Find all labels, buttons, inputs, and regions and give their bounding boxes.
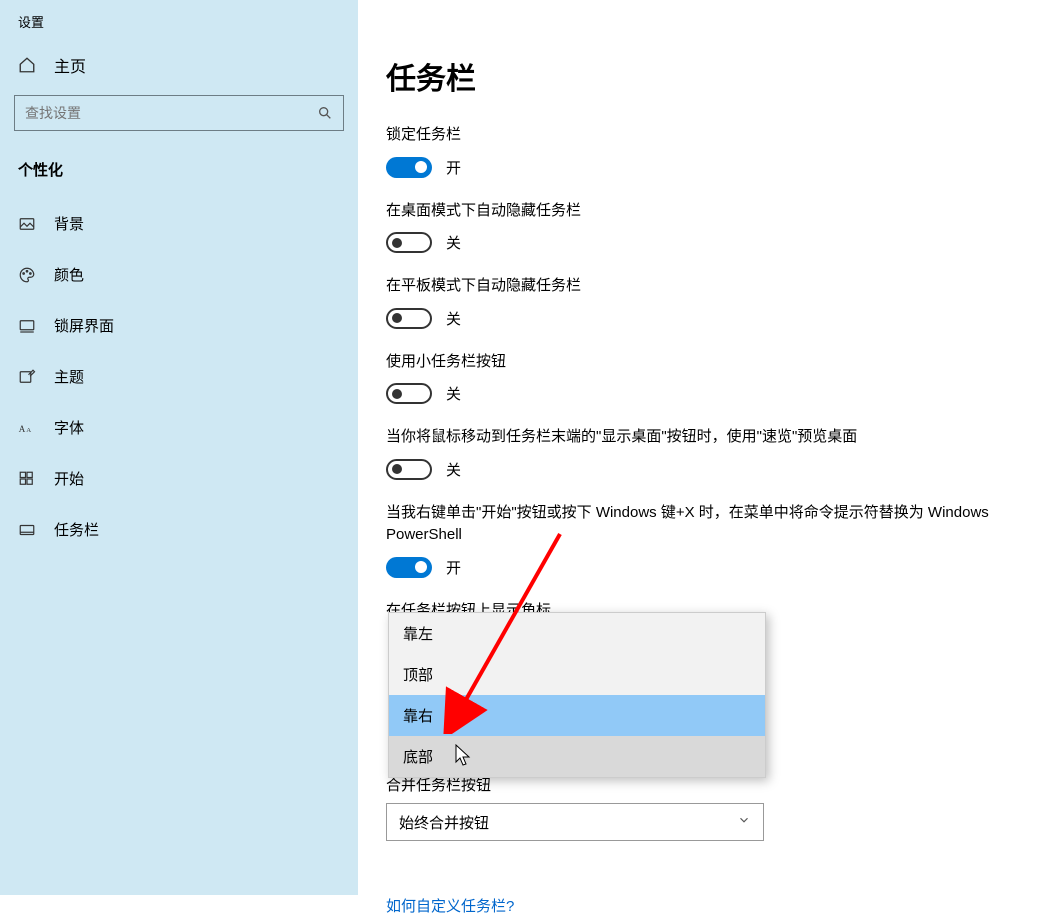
taskbar-location-dropdown: 靠左 顶部 靠右 底部 — [388, 612, 766, 778]
toggle-peek-preview[interactable] — [386, 459, 432, 480]
sidebar-item-label: 任务栏 — [54, 519, 99, 540]
toggle-autohide-tablet[interactable] — [386, 308, 432, 329]
fonts-icon: AA — [18, 419, 36, 437]
dropdown-option-top[interactable]: 顶部 — [389, 654, 765, 695]
sidebar-item-start[interactable]: 开始 — [0, 453, 358, 504]
start-icon — [18, 470, 36, 488]
setting-label: 当我右键单击"开始"按钮或按下 Windows 键+X 时，在菜单中将命令提示符… — [386, 502, 1007, 547]
palette-icon — [18, 266, 36, 284]
page-title: 任务栏 — [386, 54, 1007, 98]
toggle-powershell[interactable] — [386, 557, 432, 578]
setting-autohide-desktop: 在桌面模式下自动隐藏任务栏 关 — [386, 200, 1007, 254]
nav-list: 背景 颜色 锁屏界面 主题 AA 字体 — [0, 198, 358, 555]
search-icon — [317, 105, 333, 121]
sidebar-item-label: 颜色 — [54, 264, 84, 285]
dropdown-option-bottom[interactable]: 底部 — [389, 736, 765, 777]
toggle-state-text: 关 — [446, 232, 461, 253]
sidebar-item-fonts[interactable]: AA 字体 — [0, 402, 358, 453]
sidebar-item-lockscreen[interactable]: 锁屏界面 — [0, 300, 358, 351]
taskbar-icon — [18, 521, 36, 539]
sidebar-item-background[interactable]: 背景 — [0, 198, 358, 249]
home-button[interactable]: 主页 — [0, 41, 358, 95]
combine-value: 始终合并按钮 — [399, 812, 489, 833]
lockscreen-icon — [18, 317, 36, 335]
dropdown-option-left[interactable]: 靠左 — [389, 613, 765, 654]
home-label: 主页 — [54, 53, 86, 77]
sidebar-item-label: 开始 — [54, 468, 84, 489]
setting-label: 使用小任务栏按钮 — [386, 351, 1007, 374]
setting-label: 当你将鼠标移动到任务栏末端的"显示桌面"按钮时，使用"速览"预览桌面 — [386, 426, 1007, 449]
setting-lock-taskbar: 锁定任务栏 开 — [386, 124, 1007, 178]
svg-text:A: A — [19, 423, 26, 433]
sidebar-item-label: 背景 — [54, 213, 84, 234]
sidebar-item-themes[interactable]: 主题 — [0, 351, 358, 402]
home-icon — [18, 56, 36, 74]
combine-taskbar-select[interactable]: 始终合并按钮 — [386, 803, 764, 841]
chevron-down-icon — [737, 813, 751, 831]
search-box[interactable] — [14, 95, 344, 131]
setting-label: 锁定任务栏 — [386, 124, 1007, 147]
app-title: 设置 — [0, 0, 358, 41]
sidebar-item-label: 主题 — [54, 366, 84, 387]
toggle-state-text: 开 — [446, 157, 461, 178]
toggle-state-text: 关 — [446, 308, 461, 329]
setting-label: 在平板模式下自动隐藏任务栏 — [386, 275, 1007, 298]
toggle-state-text: 关 — [446, 383, 461, 404]
sidebar: 设置 主页 个性化 背景 颜色 — [0, 0, 358, 895]
svg-text:A: A — [26, 426, 31, 433]
setting-label: 在桌面模式下自动隐藏任务栏 — [386, 200, 1007, 223]
section-title: 个性化 — [0, 149, 358, 198]
toggle-state-text: 关 — [446, 459, 461, 480]
sidebar-item-taskbar[interactable]: 任务栏 — [0, 504, 358, 555]
sidebar-item-label: 锁屏界面 — [54, 315, 114, 336]
toggle-small-buttons[interactable] — [386, 383, 432, 404]
theme-pen-icon — [18, 368, 36, 386]
sidebar-item-colors[interactable]: 颜色 — [0, 249, 358, 300]
dropdown-option-right[interactable]: 靠右 — [389, 695, 765, 736]
toggle-state-text: 开 — [446, 557, 461, 578]
sidebar-item-label: 字体 — [54, 417, 84, 438]
search-input[interactable] — [25, 105, 317, 121]
toggle-autohide-desktop[interactable] — [386, 232, 432, 253]
toggle-lock-taskbar[interactable] — [386, 157, 432, 178]
setting-peek-preview: 当你将鼠标移动到任务栏末端的"显示桌面"按钮时，使用"速览"预览桌面 关 — [386, 426, 1007, 480]
setting-combine: 合并任务栏按钮 始终合并按钮 — [386, 774, 1007, 841]
setting-autohide-tablet: 在平板模式下自动隐藏任务栏 关 — [386, 275, 1007, 329]
setting-small-buttons: 使用小任务栏按钮 关 — [386, 351, 1007, 405]
help-link[interactable]: 如何自定义任务栏? — [386, 895, 514, 916]
setting-powershell: 当我右键单击"开始"按钮或按下 Windows 键+X 时，在菜单中将命令提示符… — [386, 502, 1007, 578]
image-icon — [18, 215, 36, 233]
